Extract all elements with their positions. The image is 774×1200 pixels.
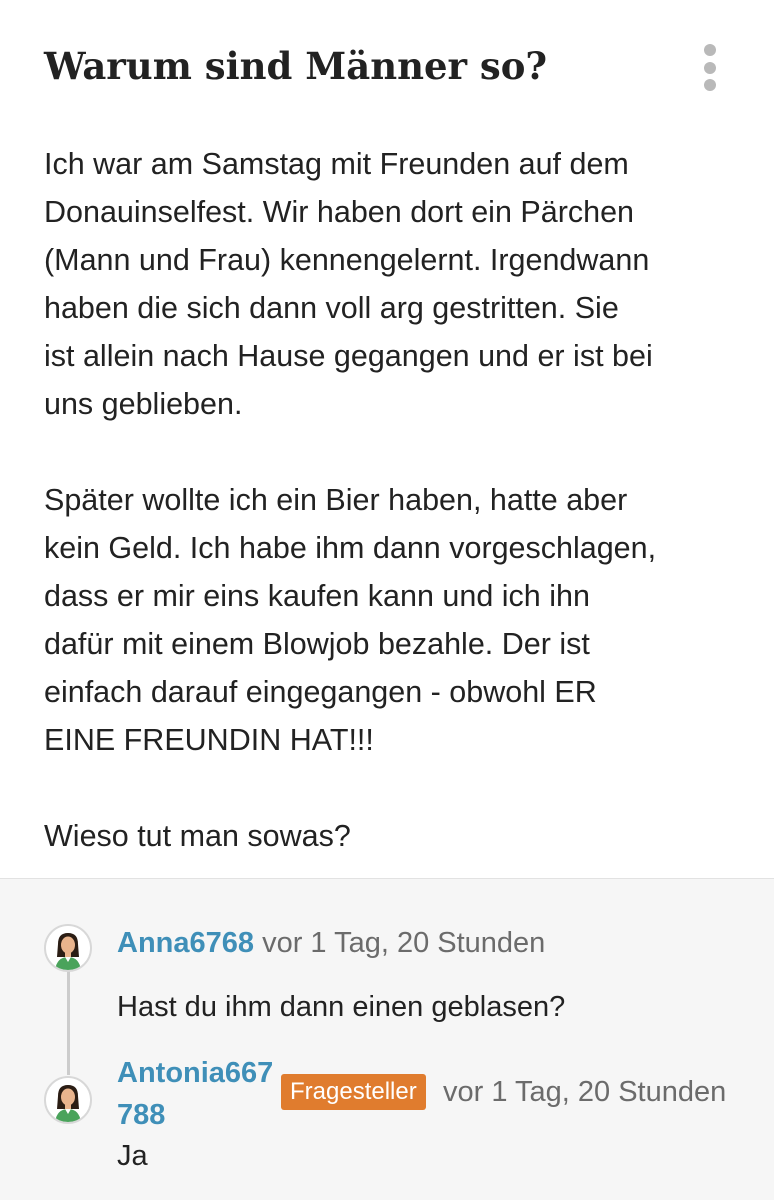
user-avatar-icon[interactable]: [44, 1076, 92, 1124]
body-line: uns geblieben.: [44, 387, 243, 421]
body-line: (Mann und Frau) kennengelernt. Irgendwan…: [44, 243, 650, 277]
comment-meta: Anna6768 vor 1 Tag, 20 Stunden: [117, 923, 545, 963]
thread-line: [67, 970, 70, 1075]
username-line: Antonia667: [117, 1057, 274, 1089]
username-line: 788: [117, 1099, 166, 1131]
question-paragraph: Später wollte ich ein Bier haben, hatte …: [44, 476, 754, 764]
question-card: Warum sind Männer so? Ich war am Samstag…: [0, 0, 774, 878]
body-line: kein Geld. Ich habe ihm dann vorgeschlag…: [44, 531, 657, 565]
question-body: Ich war am Samstag mit Freunden auf dem …: [44, 140, 754, 860]
more-dot: [704, 62, 716, 74]
more-options-icon[interactable]: [692, 40, 728, 96]
question-title: Warum sind Männer so?: [44, 44, 548, 88]
avatar-illustration: [46, 1078, 90, 1122]
comment-text: Ja: [117, 1140, 148, 1172]
comment-text: Hast du ihm dann einen geblasen?: [117, 991, 566, 1023]
body-line: EINE FREUNDIN HAT!!!: [44, 723, 374, 757]
user-avatar-icon[interactable]: [44, 924, 92, 972]
body-line: Ich war am Samstag mit Freunden auf dem: [44, 147, 629, 181]
more-dot: [704, 79, 716, 91]
body-line: dafür mit einem Blowjob bezahle. Der ist: [44, 627, 590, 661]
body-line: Donauinselfest. Wir haben dort ein Pärch…: [44, 195, 634, 229]
body-line: dass er mir eins kaufen kann und ich ihn: [44, 579, 590, 613]
comment-time: vor 1 Tag, 20 Stunden: [443, 1076, 727, 1108]
question-paragraph: Wieso tut man sowas?: [44, 819, 351, 853]
comment-username[interactable]: Anna6768: [117, 927, 254, 959]
body-line: ist allein nach Hause gegangen und er is…: [44, 339, 653, 373]
body-line: Später wollte ich ein Bier haben, hatte …: [44, 483, 628, 517]
asker-badge: Fragesteller: [281, 1074, 426, 1110]
comment-username[interactable]: Antonia667 788: [117, 1052, 273, 1136]
question-paragraph: Ich war am Samstag mit Freunden auf dem …: [44, 140, 754, 428]
comment-time: vor 1 Tag, 20 Stunden: [262, 927, 546, 959]
more-dot: [704, 44, 716, 56]
avatar-illustration: [46, 926, 90, 970]
body-line: haben die sich dann voll arg gestritten.…: [44, 291, 619, 325]
body-line: einfach darauf eingegangen - obwohl ER: [44, 675, 597, 709]
